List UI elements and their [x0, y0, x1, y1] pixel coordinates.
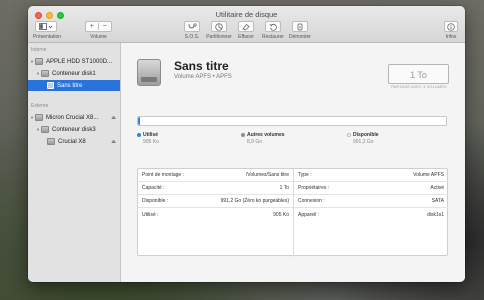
- erase-button[interactable]: [238, 21, 254, 32]
- sidebar-item-label: APPLE HDD ST1000D...: [46, 58, 113, 65]
- volume-icon: [47, 82, 54, 89]
- volume-disk-icon: [137, 59, 161, 86]
- first-aid-button[interactable]: [184, 21, 200, 32]
- window-title: Utilitaire de disque: [215, 10, 278, 19]
- sidebar-item-label: Crucial X8: [58, 138, 86, 145]
- sidebar: Interne ▼ APPLE HDD ST1000D... ▼ Contene…: [28, 43, 121, 282]
- eraser-icon: [242, 23, 250, 30]
- legend-label: Autres volumes: [247, 132, 285, 138]
- add-volume-button[interactable]: +: [86, 23, 99, 30]
- info-row: Utilisé : 905 Ko: [138, 208, 293, 221]
- info-column-right: Type : Volume APFS Propriétaires : Activ…: [293, 169, 448, 257]
- volume-icon: [47, 138, 55, 145]
- info-row: Capacité : 1 To: [138, 182, 293, 195]
- presentation-label: Présentation: [32, 34, 62, 40]
- pie-partition-icon: [215, 22, 223, 31]
- info-key: Type :: [298, 172, 312, 178]
- info-value: disk1s1: [427, 211, 444, 218]
- info-row: Propriétaires : Activé: [294, 182, 448, 195]
- sidebar-item-crucial-x8[interactable]: Crucial X8 ⏏: [28, 136, 120, 147]
- legend-label: Disponible: [353, 132, 379, 138]
- main-panel: Sans titre Volume APFS • APFS 1 To PARTA…: [121, 43, 465, 282]
- sidebar-item-micron-crucial[interactable]: ▼ Micron Crucial X8... ⏏: [28, 112, 120, 123]
- legend-dot-available: [347, 133, 351, 137]
- volume-button-group: + −: [85, 21, 112, 32]
- volume-title: Sans titre: [174, 59, 229, 73]
- info-value: 991,2 Go (Zéro ko purgeables): [220, 198, 289, 204]
- sidebar-item-sans-titre[interactable]: Sans titre: [28, 80, 120, 91]
- remove-volume-button[interactable]: −: [99, 23, 111, 30]
- presentation-button[interactable]: [35, 21, 57, 32]
- erase-label: Effacer: [238, 34, 254, 40]
- hard-disk-icon: [35, 58, 43, 65]
- legend-available: Disponible 991,2 Go: [347, 132, 379, 145]
- info-value: Volume APFS: [413, 172, 444, 178]
- volume-size-caption: PARTAGÉ AVEC 4 VOLUMES: [391, 85, 447, 89]
- info-key: Disponible :: [142, 198, 169, 204]
- toolbar: Utilitaire de disque Présentation + − Vo…: [28, 6, 465, 43]
- info-value: 905 Ko: [273, 211, 289, 218]
- info-row: Point de montage : /Volumes/Sans titre: [138, 169, 293, 182]
- sidebar-item-label: Conteneur disk1: [52, 70, 96, 77]
- volume-label: Volume: [90, 34, 107, 40]
- external-disk-icon: [35, 114, 43, 121]
- restore-button[interactable]: [265, 21, 281, 32]
- info-value: 1 To: [279, 185, 289, 191]
- restore-arrow-icon: [269, 23, 277, 31]
- info-row: Appareil : disk1s1: [294, 208, 448, 221]
- legend-used: Utilisé 905 Ko: [137, 132, 159, 145]
- info-table: Point de montage : /Volumes/Sans titre C…: [137, 168, 448, 257]
- legend-value: 905 Ko: [143, 139, 159, 145]
- legend-value: 8,9 Go: [247, 139, 263, 145]
- info-value: SATA: [431, 198, 444, 204]
- unmount-button[interactable]: [292, 21, 308, 32]
- info-key: Capacité :: [142, 185, 165, 191]
- info-key: Propriétaires :: [298, 185, 330, 191]
- volume-subtitle: Volume APFS • APFS: [174, 74, 232, 80]
- eject-icon[interactable]: ⏏: [111, 139, 116, 145]
- usage-bar: [137, 116, 447, 126]
- info-value: Activé: [430, 185, 444, 191]
- info-icon: [447, 22, 455, 31]
- partition-label: Partitionner: [206, 34, 232, 40]
- info-value: /Volumes/Sans titre: [245, 172, 289, 178]
- sidebar-item-label: Sans titre: [57, 82, 83, 89]
- sidebar-section-external: Externe: [31, 103, 49, 109]
- sidebar-toggle-icon: [39, 23, 53, 30]
- eject-icon[interactable]: ⏏: [111, 115, 116, 121]
- disk-utility-window: Utilitaire de disque Présentation + − Vo…: [28, 6, 465, 282]
- legend-other-volumes: Autres volumes 8,9 Go: [241, 132, 285, 145]
- legend-dot-other: [241, 133, 245, 137]
- legend-label: Utilisé: [143, 132, 159, 138]
- volume-size-box: 1 To: [388, 64, 449, 84]
- usage-bar-used: [138, 117, 140, 125]
- info-row: Type : Volume APFS: [294, 169, 448, 182]
- sidebar-item-container-disk1[interactable]: ▼ Conteneur disk1: [28, 68, 120, 79]
- unmount-icon: [297, 23, 303, 30]
- stethoscope-icon: [188, 23, 197, 29]
- info-row: Disponible : 991,2 Go (Zéro ko purgeable…: [138, 195, 293, 208]
- info-button[interactable]: [444, 21, 458, 32]
- info-key: Point de montage :: [142, 172, 184, 178]
- container-icon: [41, 70, 49, 77]
- container-icon: [41, 126, 49, 133]
- info-label: Infos: [445, 34, 457, 40]
- info-key: Appareil :: [298, 211, 320, 218]
- sidebar-item-label: Micron Crucial X8...: [46, 114, 99, 121]
- legend-value: 991,2 Go: [353, 139, 374, 145]
- info-key: Utilisé :: [142, 211, 159, 218]
- sidebar-section-internal: Interne: [31, 47, 47, 53]
- restore-label: Restaurer: [262, 34, 284, 40]
- legend-dot-used: [137, 133, 141, 137]
- info-row: Connexion : SATA: [294, 195, 448, 208]
- info-key: Connexion :: [298, 198, 325, 204]
- info-column-left: Point de montage : /Volumes/Sans titre C…: [138, 169, 293, 221]
- partition-button[interactable]: [211, 21, 227, 32]
- unmount-label: Démonter: [289, 34, 311, 40]
- sidebar-item-apple-hdd[interactable]: ▼ APPLE HDD ST1000D...: [28, 56, 120, 67]
- sidebar-item-label: Conteneur disk3: [52, 126, 96, 133]
- sidebar-item-container-disk3[interactable]: ▼ Conteneur disk3: [28, 124, 120, 135]
